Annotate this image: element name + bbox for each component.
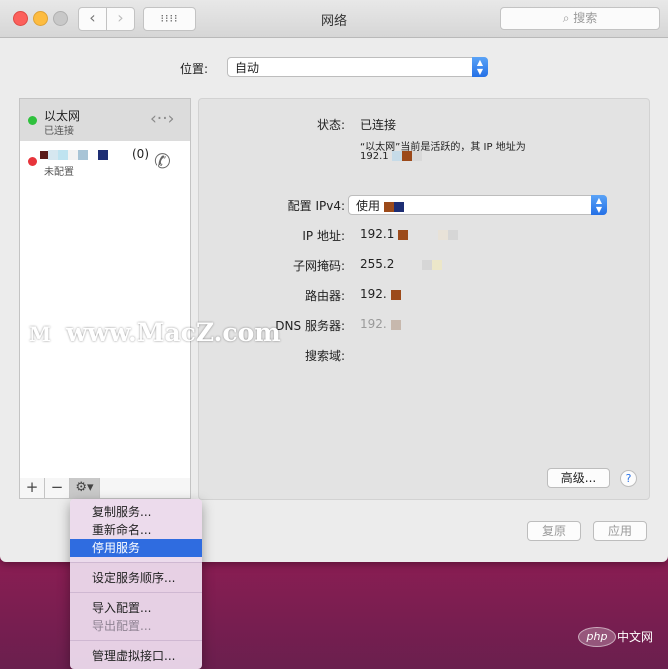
service-item-modem[interactable]: (0) 未配置 ✆ (20, 143, 190, 183)
watermark: M www.MacZ.com (22, 316, 362, 356)
plus-icon: + (25, 478, 39, 496)
subnet-mask-text: 255.2 (360, 257, 395, 271)
menu-separator (70, 592, 202, 593)
configure-ipv4-label: 配置 IPv4: (287, 199, 345, 213)
status-dot-red (28, 157, 37, 166)
ethernet-arrows-icon: ‹··› (150, 109, 175, 129)
service-name: (0) (132, 147, 149, 161)
subnet-mask-label: 子网掩码: (292, 259, 345, 273)
search-placeholder: 搜索 (573, 11, 598, 25)
title-bar: ‹ › ⁝⁝⁝⁝ 网络 ⌕ 搜索 (0, 0, 668, 38)
advanced-button[interactable]: 高级... (547, 468, 610, 488)
macz-logo-icon: M (22, 316, 58, 352)
ip-address-label: IP 地址: (302, 229, 345, 243)
action-menu-button[interactable]: ⚙▾ (70, 478, 100, 498)
status-ip-text: 192.1 (360, 151, 389, 162)
service-item-ethernet[interactable]: 以太网 已连接 ‹··› (20, 99, 190, 141)
service-list-toolbar: + − ⚙▾ (19, 478, 191, 499)
popup-arrows-icon: ▲ ▼ (591, 195, 607, 215)
location-value: 自动 (235, 61, 260, 75)
menu-item-manage-virtual-interfaces[interactable]: 管理虚拟接口... (70, 647, 202, 665)
status-label: 状态: (316, 118, 345, 132)
router-value: 192. (360, 287, 401, 301)
status-value: 已连接 (360, 118, 397, 132)
menu-item-rename-service[interactable]: 重新命名... (70, 521, 202, 539)
dns-servers-text: 192. (360, 317, 387, 331)
service-detail-panel: 状态: 已连接 “以太网”当前是活跃的，其 IP 地址为 192.1 配置 IP… (198, 98, 650, 500)
service-status: 已连接 (44, 126, 74, 137)
gear-icon: ⚙▾ (75, 480, 94, 495)
help-button[interactable]: ? (620, 470, 637, 487)
status-dot-green (28, 116, 37, 125)
service-status: 未配置 (44, 167, 74, 178)
watermark-text: www.MacZ.com (66, 318, 281, 347)
network-preferences-window: ‹ › ⁝⁝⁝⁝ 网络 ⌕ 搜索 位置: 自动 ▲ ▼ 以太网 已连接 ‹··› … (0, 0, 668, 562)
search-icon: ⌕ (562, 11, 570, 25)
menu-separator (70, 562, 202, 563)
location-popup[interactable]: 自动 ▲ ▼ (227, 57, 488, 77)
dns-servers-value: 192. (360, 317, 401, 331)
subnet-mask-value: 255.2 (360, 257, 443, 271)
php-logo-icon: php (578, 627, 616, 647)
status-ip-address: 192.1 (360, 151, 422, 162)
question-mark-icon: ? (625, 472, 632, 485)
phone-modem-icon: ✆ (154, 149, 171, 173)
service-list: 以太网 已连接 ‹··› (0) 未配置 ✆ (19, 98, 191, 480)
menu-separator (70, 640, 202, 641)
configure-ipv4-value: 使用 (356, 199, 381, 213)
revert-button[interactable]: 复原 (527, 521, 581, 541)
php-badge-text: 中文网 (617, 630, 654, 644)
location-label: 位置: (180, 62, 209, 76)
ip-address-value: 192.1 (360, 227, 459, 241)
menu-item-export-configurations: 导出配置... (92, 619, 152, 633)
menu-item-import-configurations[interactable]: 导入配置... (70, 599, 202, 617)
menu-item-set-service-order[interactable]: 设定服务顺序... (70, 569, 202, 587)
apply-button[interactable]: 应用 (593, 521, 647, 541)
search-field[interactable]: ⌕ 搜索 (500, 7, 660, 30)
service-action-menu: 复制服务... 重新命名... 停用服务 设定服务顺序... 导入配置... 导… (70, 499, 202, 669)
minus-icon: − (50, 478, 64, 496)
popup-arrows-icon: ▲ ▼ (472, 57, 488, 77)
configure-ipv4-popup[interactable]: 使用 ▲ ▼ (348, 195, 607, 215)
add-service-button[interactable]: + (20, 478, 45, 498)
ip-address-text: 192.1 (360, 227, 395, 241)
menu-item-disable-service[interactable]: 停用服务 (70, 539, 202, 557)
remove-service-button[interactable]: − (45, 478, 70, 498)
router-text: 192. (360, 287, 387, 301)
router-label: 路由器: (304, 289, 345, 303)
menu-item-duplicate-service[interactable]: 复制服务... (70, 503, 202, 521)
